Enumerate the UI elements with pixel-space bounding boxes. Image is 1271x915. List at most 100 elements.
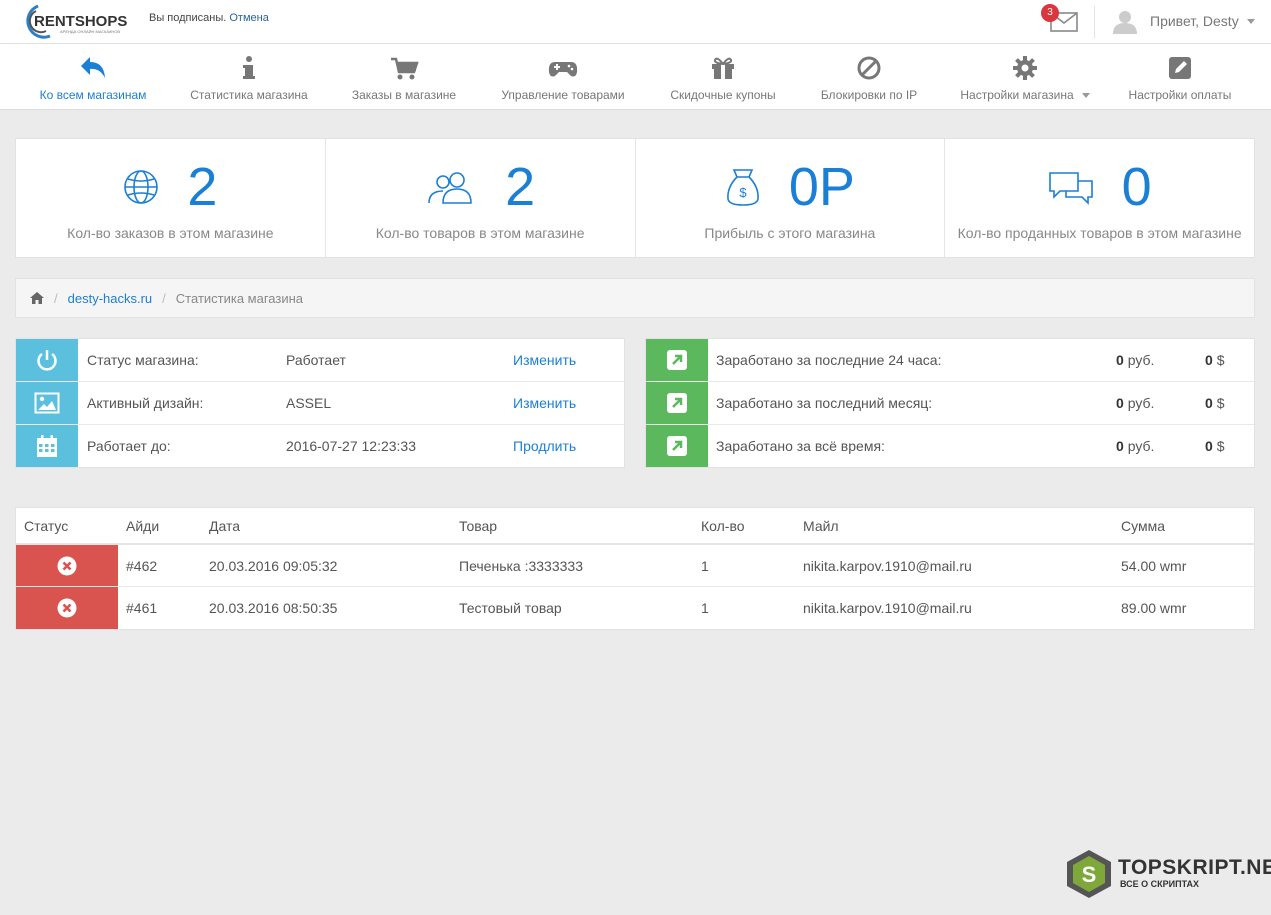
order-qty: 1: [701, 558, 709, 574]
ban-icon: [857, 56, 881, 80]
nav-ip-blocks[interactable]: Блокировки по IP: [819, 44, 919, 110]
cancel-circle-icon: [57, 598, 77, 618]
watermark-logo-icon: S: [1067, 850, 1111, 898]
breadcrumb: / desty-hacks.ru / Статистика магазина: [15, 278, 1255, 318]
earnings-label: Заработано за последние 24 часа:: [716, 352, 942, 368]
col-email: Майл: [803, 518, 839, 534]
arrow-up-right-icon: [646, 339, 708, 381]
topskript-watermark: S TOPSKRIPT.NET ВСЕ О СКРИПТАХ: [1064, 848, 1271, 900]
expires-value: 2016-07-27 12:23:33: [286, 438, 416, 454]
power-icon: [16, 339, 78, 381]
order-date: 20.03.2016 09:05:32: [209, 558, 338, 574]
active-design-row: Активный дизайн: ASSEL Изменить: [16, 382, 624, 425]
stat-products-count: 2 Кол-во товаров в этом магазине: [326, 139, 636, 257]
gamepad-icon: [548, 62, 578, 77]
change-status-link[interactable]: Изменить: [513, 352, 576, 368]
stat-caption: Кол-во проданных товаров в этом магазине: [957, 225, 1242, 241]
watermark-title: TOPSKRIPT.NET: [1118, 856, 1271, 879]
earnings-label: Заработано за последний месяц:: [716, 395, 933, 411]
nav-label: Статистика магазина: [190, 88, 308, 102]
svg-text:$: $: [739, 185, 747, 200]
nav-label: Настройки оплаты: [1128, 88, 1232, 102]
table-row[interactable]: #461 20.03.2016 08:50:35 Тестовый товар …: [16, 587, 1254, 629]
earnings-rub: 0 руб.: [1116, 395, 1155, 411]
gift-icon: [712, 57, 734, 79]
arrow-up-right-icon: [646, 425, 708, 467]
chevron-down-icon: [1081, 93, 1090, 99]
nav-discount-coupons[interactable]: Скидочные купоны: [668, 44, 778, 110]
cancel-subscription-link[interactable]: Отмена: [229, 12, 268, 24]
stat-sold-count: 0 Кол-во проданных товаров в этом магази…: [945, 139, 1254, 257]
stat-value: 2: [187, 157, 218, 217]
stats-panel: 2 Кол-во заказов в этом магазине 2 Кол-в…: [15, 138, 1255, 258]
earnings-month-row: Заработано за последний месяц: 0 руб. 0 …: [646, 382, 1254, 425]
avatar-icon: [1113, 11, 1137, 34]
earnings-rub: 0 руб.: [1116, 438, 1155, 454]
order-qty: 1: [701, 600, 709, 616]
nav-manage-products[interactable]: Управление товарами: [499, 44, 627, 110]
change-design-link[interactable]: Изменить: [513, 395, 576, 411]
nav-label: Ко всем магазинам: [39, 88, 147, 102]
gear-icon: [1013, 56, 1037, 80]
watermark-subtitle: ВСЕ О СКРИПТАХ: [1120, 879, 1200, 889]
breadcrumb-separator: /: [54, 290, 58, 306]
top-bar: RENTSHOPS АРЕНДА ОНЛАЙН МАГАЗИНОВ Вы под…: [0, 0, 1271, 44]
rentshops-logo[interactable]: RENTSHOPS АРЕНДА ОНЛАЙН МАГАЗИНОВ: [20, 2, 135, 42]
shop-status-label: Статус магазина:: [87, 352, 199, 368]
nav-shop-stats[interactable]: Статистика магазина: [189, 44, 309, 110]
order-date: 20.03.2016 08:50:35: [209, 600, 338, 616]
user-menu[interactable]: Привет, Desty: [1112, 6, 1255, 36]
earnings-usd: 0 $: [1205, 395, 1225, 411]
nav-shop-settings[interactable]: Настройки магазина: [958, 44, 1092, 110]
cart-icon: [391, 57, 419, 80]
order-email: nikita.karpov.1910@mail.ru: [803, 600, 972, 616]
active-design-label: Активный дизайн:: [87, 395, 204, 411]
logo-tagline: АРЕНДА ОНЛАЙН МАГАЗИНОВ: [60, 29, 120, 34]
nav-all-shops[interactable]: Ко всем магазинам: [38, 44, 148, 110]
earnings-usd: 0 $: [1205, 352, 1225, 368]
stat-value: 2: [505, 157, 536, 217]
nav-shop-orders[interactable]: Заказы в магазине: [350, 44, 458, 110]
order-sum: 54.00 wmr: [1121, 558, 1187, 574]
earnings-label: Заработано за всё время:: [716, 438, 885, 454]
chevron-down-icon: [1246, 18, 1255, 24]
earnings-panel: Заработано за последние 24 часа: 0 руб. …: [645, 338, 1255, 468]
col-date: Дата: [209, 518, 241, 534]
nav-label: Скидочные купоны: [670, 88, 776, 102]
stat-value: 0Р: [788, 157, 855, 217]
shop-status-row: Статус магазина: Работает Изменить: [16, 339, 624, 382]
earnings-all-time-row: Заработано за всё время: 0 руб. 0 $: [646, 425, 1254, 467]
nav-label: Настройки магазина: [960, 88, 1090, 102]
breadcrumb-separator: /: [162, 290, 166, 306]
breadcrumb-shop-link[interactable]: desty-hacks.ru: [68, 291, 153, 306]
extend-link[interactable]: Продлить: [513, 438, 576, 454]
arrow-up-right-icon: [646, 382, 708, 424]
col-sum: Сумма: [1121, 518, 1165, 534]
money-bag-icon: $: [726, 169, 759, 206]
mail-count-badge: 3: [1041, 4, 1059, 22]
breadcrumb-current: Статистика магазина: [175, 290, 304, 306]
stat-orders-count: 2 Кол-во заказов в этом магазине: [16, 139, 326, 257]
stat-caption: Прибыль с этого магазина: [704, 225, 876, 241]
shop-info-panel: Статус магазина: Работает Изменить Актив…: [15, 338, 625, 468]
table-row[interactable]: #462 20.03.2016 09:05:32 Печенька :33333…: [16, 545, 1254, 587]
nav-payment-settings[interactable]: Настройки оплаты: [1124, 44, 1236, 110]
stat-value: 0: [1121, 157, 1152, 217]
info-icon: [243, 56, 255, 79]
active-design-value: ASSEL: [286, 395, 332, 411]
home-icon[interactable]: [30, 292, 44, 304]
stat-caption: Кол-во заказов в этом магазине: [67, 225, 274, 241]
chat-icon: [1048, 172, 1093, 205]
logo-text: RENTSHOPS: [34, 13, 127, 30]
col-id: Айди: [126, 518, 160, 534]
status-cell: [16, 545, 118, 586]
stat-caption: Кол-во товаров в этом магазине: [375, 225, 585, 241]
order-product: Печенька :3333333: [459, 558, 583, 574]
expires-label: Работает до:: [87, 438, 171, 454]
order-id: #461: [126, 600, 158, 616]
nav-label: Блокировки по IP: [820, 88, 918, 102]
col-status: Статус: [24, 518, 69, 534]
col-qty: Кол-во: [701, 518, 745, 534]
nav-label: Заказы в магазине: [351, 88, 457, 102]
col-product: Товар: [459, 518, 498, 534]
